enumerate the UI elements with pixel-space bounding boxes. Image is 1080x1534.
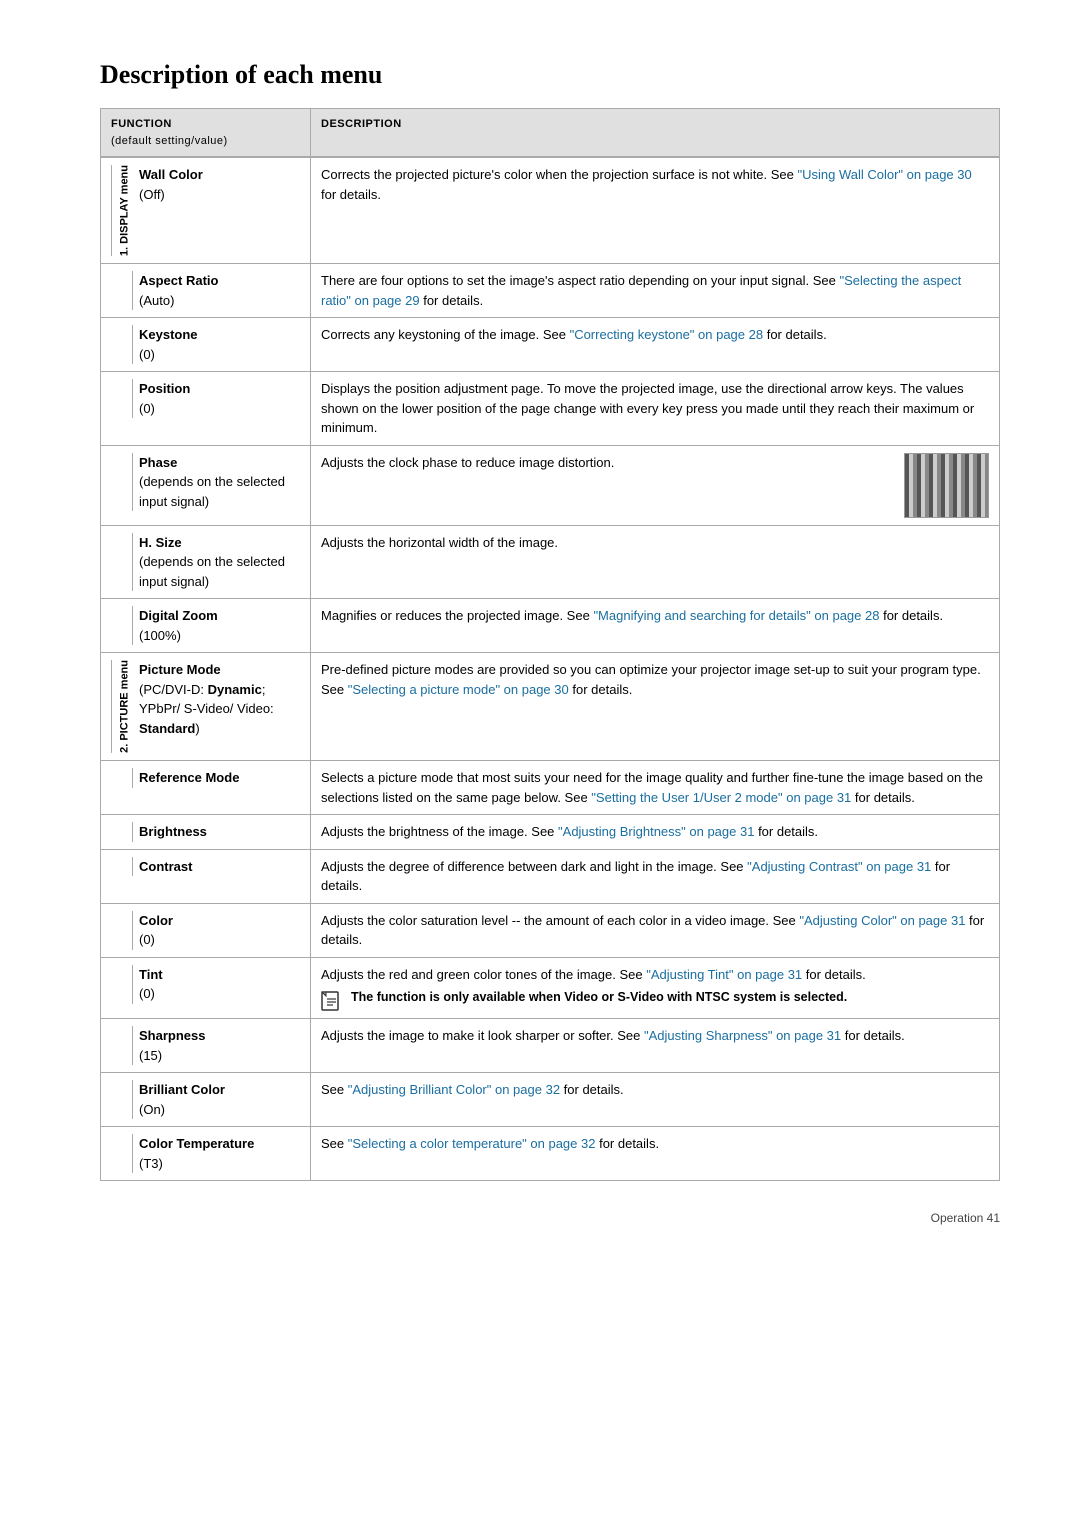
desc-cell: Adjusts the brightness of the image. See…: [311, 815, 1000, 850]
func-default: (depends on the selected input signal): [139, 552, 300, 591]
desc-cell: Corrects the projected picture's color w…: [311, 158, 1000, 264]
func-name: Aspect Ratio: [139, 271, 218, 291]
func-default: (0): [139, 930, 173, 950]
func-default: (0): [139, 399, 190, 419]
func-default: (15): [139, 1046, 205, 1066]
func-name: Contrast: [139, 857, 192, 877]
note-icon: [321, 991, 345, 1011]
desc-cell: There are four options to set the image'…: [311, 264, 1000, 318]
func-default: (0): [139, 984, 163, 1004]
func-default: (PC/DVI-D: Dynamic; YPbPr/ S-Video/ Vide…: [139, 680, 300, 739]
func-name: Brilliant Color: [139, 1080, 225, 1100]
page-title: Description of each menu: [100, 60, 1000, 90]
desc-cell: Adjusts the color saturation level -- th…: [311, 903, 1000, 957]
table-row: 1. DISPLAY menu Wall Color (Off) Correct…: [101, 158, 1000, 264]
func-default: (100%): [139, 626, 218, 646]
table-row: 2. PICTURE menu Picture Mode (PC/DVI-D: …: [101, 653, 1000, 761]
section-display-label: 1. DISPLAY menu: [111, 165, 133, 256]
table-row: Brilliant Color (On) See "Adjusting Bril…: [101, 1073, 1000, 1127]
table-row: Sharpness (15) Adjusts the image to make…: [101, 1019, 1000, 1073]
link[interactable]: "Adjusting Brilliant Color" on page 32: [348, 1082, 560, 1097]
link[interactable]: "Adjusting Sharpness" on page 31: [644, 1028, 841, 1043]
table-row: Digital Zoom (100%) Magnifies or reduces…: [101, 599, 1000, 653]
table-row: Color Temperature (T3) See "Selecting a …: [101, 1127, 1000, 1181]
link[interactable]: "Selecting a picture mode" on page 30: [348, 682, 569, 697]
desc-cell: Displays the position adjustment page. T…: [311, 372, 1000, 446]
link[interactable]: "Selecting a color temperature" on page …: [348, 1136, 596, 1151]
desc-cell: Adjusts the degree of difference between…: [311, 849, 1000, 903]
func-name: Color Temperature: [139, 1134, 254, 1154]
func-name: Phase: [139, 453, 300, 473]
phase-image: [904, 453, 989, 518]
link[interactable]: "Magnifying and searching for details" o…: [593, 608, 879, 623]
func-name: Brightness: [139, 822, 207, 842]
note-text: The function is only available when Vide…: [351, 988, 847, 1007]
desc-cell: Corrects any keystoning of the image. Se…: [311, 318, 1000, 372]
note-box: The function is only available when Vide…: [321, 988, 989, 1011]
func-default: (0): [139, 345, 198, 365]
table-row: Phase (depends on the selected input sig…: [101, 445, 1000, 525]
func-name: Picture Mode: [139, 660, 300, 680]
link[interactable]: "Correcting keystone" on page 28: [570, 327, 764, 342]
desc-cell: Magnifies or reduces the projected image…: [311, 599, 1000, 653]
table-row: Tint (0) Adjusts the red and green color…: [101, 957, 1000, 1019]
col-description-header: DESCRIPTION: [311, 109, 1000, 157]
link[interactable]: "Adjusting Color" on page 31: [799, 913, 965, 928]
func-name: Digital Zoom: [139, 606, 218, 626]
desc-cell: Adjusts the clock phase to reduce image …: [311, 445, 1000, 525]
desc-cell: See "Selecting a color temperature" on p…: [311, 1127, 1000, 1181]
desc-cell: Adjusts the horizontal width of the imag…: [311, 525, 1000, 599]
link[interactable]: "Adjusting Brightness" on page 31: [558, 824, 754, 839]
func-name: Tint: [139, 965, 163, 985]
link[interactable]: "Selecting the aspect ratio" on page 29: [321, 273, 961, 308]
func-default: (depends on the selected input signal): [139, 472, 300, 511]
func-default: (Auto): [139, 291, 218, 311]
table-row: Keystone (0) Corrects any keystoning of …: [101, 318, 1000, 372]
table-row: Contrast Adjusts the degree of differenc…: [101, 849, 1000, 903]
col-function-header: FUNCTION (default setting/value): [101, 109, 311, 157]
section-picture-label: 2. PICTURE menu: [111, 660, 133, 753]
func-default: (T3): [139, 1154, 254, 1174]
func-name: H. Size: [139, 533, 300, 553]
page-footer: Operation 41: [100, 1211, 1000, 1225]
func-name: Wall Color: [139, 165, 203, 185]
table-row: Position (0) Displays the position adjus…: [101, 372, 1000, 446]
desc-cell: Adjusts the image to make it look sharpe…: [311, 1019, 1000, 1073]
func-default: (On): [139, 1100, 225, 1120]
func-default: (Off): [139, 185, 203, 205]
func-name: Reference Mode: [139, 768, 239, 788]
desc-cell: Selects a picture mode that most suits y…: [311, 761, 1000, 815]
func-name: Sharpness: [139, 1026, 205, 1046]
func-name: Keystone: [139, 325, 198, 345]
link[interactable]: "Using Wall Color" on page 30: [798, 167, 972, 182]
link[interactable]: "Adjusting Tint" on page 31: [646, 967, 802, 982]
link[interactable]: "Adjusting Contrast" on page 31: [747, 859, 931, 874]
table-row: Color (0) Adjusts the color saturation l…: [101, 903, 1000, 957]
table-row: H. Size (depends on the selected input s…: [101, 525, 1000, 599]
table-row: Reference Mode Selects a picture mode th…: [101, 761, 1000, 815]
desc-cell: See "Adjusting Brilliant Color" on page …: [311, 1073, 1000, 1127]
desc-cell: Adjusts the red and green color tones of…: [311, 957, 1000, 1019]
link[interactable]: "Setting the User 1/User 2 mode" on page…: [591, 790, 851, 805]
table-row: Aspect Ratio (Auto) There are four optio…: [101, 264, 1000, 318]
func-name: Color: [139, 911, 173, 931]
func-name: Position: [139, 379, 190, 399]
desc-cell: Pre-defined picture modes are provided s…: [311, 653, 1000, 761]
table-row: Brightness Adjusts the brightness of the…: [101, 815, 1000, 850]
